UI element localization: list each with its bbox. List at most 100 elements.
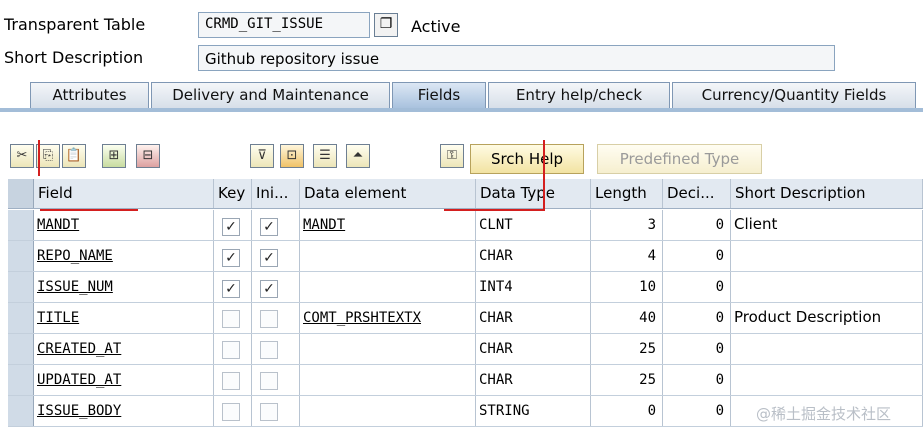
length-cell[interactable]: 10 <box>591 272 663 302</box>
row-selector[interactable] <box>8 365 34 395</box>
data-element-cell[interactable] <box>300 334 476 364</box>
decimals-cell[interactable]: 0 <box>663 210 731 240</box>
key-checkbox[interactable]: ✓ <box>222 280 240 298</box>
field-name-cell[interactable]: MANDT <box>34 210 214 240</box>
column-header-data-element[interactable]: Data element <box>300 179 476 208</box>
delete-row-icon[interactable]: ⊟ <box>136 144 160 168</box>
key-checkbox[interactable] <box>222 341 240 359</box>
row-selector[interactable] <box>8 396 34 426</box>
short-description-cell[interactable]: Client <box>731 210 923 240</box>
key-cell[interactable] <box>214 396 252 426</box>
length-cell[interactable]: 3 <box>591 210 663 240</box>
data-type-cell[interactable]: INT4 <box>476 272 591 302</box>
initial-values-checkbox[interactable]: ✓ <box>260 280 278 298</box>
data-element-cell[interactable]: COMT_PRSHTEXTX <box>300 303 476 333</box>
key-checkbox[interactable]: ✓ <box>222 218 240 236</box>
data-element-cell[interactable] <box>300 272 476 302</box>
decimals-cell[interactable]: 0 <box>663 365 731 395</box>
initial-cell[interactable]: ✓ <box>252 272 300 302</box>
short-description-cell[interactable] <box>731 334 923 364</box>
key-checkbox[interactable] <box>222 310 240 328</box>
key-cell[interactable] <box>214 365 252 395</box>
table-row[interactable]: REPO_NAME ✓ ✓ CHAR 4 0 <box>8 241 923 272</box>
paste-icon[interactable]: 📋 <box>62 144 86 168</box>
initial-cell[interactable]: ✓ <box>252 210 300 240</box>
data-element-cell[interactable]: MANDT <box>300 210 476 240</box>
field-name-cell[interactable]: CREATED_AT <box>34 334 214 364</box>
column-header-short-description[interactable]: Short Description <box>731 179 923 208</box>
field-name-cell[interactable]: UPDATED_AT <box>34 365 214 395</box>
data-type-cell[interactable]: CHAR <box>476 365 591 395</box>
data-element-cell[interactable] <box>300 241 476 271</box>
column-header-data-type[interactable]: Data Type <box>476 179 591 208</box>
field-name-cell[interactable]: REPO_NAME <box>34 241 214 271</box>
data-type-cell[interactable]: STRING <box>476 396 591 426</box>
column-header-field[interactable]: Field <box>34 179 214 208</box>
decimals-cell[interactable]: 0 <box>663 303 731 333</box>
decimals-cell[interactable]: 0 <box>663 334 731 364</box>
initial-values-checkbox[interactable] <box>260 310 278 328</box>
initial-values-checkbox[interactable] <box>260 372 278 390</box>
cut-icon[interactable]: ✂ <box>10 144 34 168</box>
row-selector[interactable] <box>8 272 34 302</box>
column-header-initial[interactable]: Ini... <box>252 179 300 208</box>
initial-values-checkbox[interactable] <box>260 403 278 421</box>
initial-values-checkbox[interactable]: ✓ <box>260 249 278 267</box>
row-selector[interactable] <box>8 210 34 240</box>
key-cell[interactable]: ✓ <box>214 210 252 240</box>
tab-fields[interactable]: Fields <box>392 82 486 108</box>
initial-cell[interactable]: ✓ <box>252 241 300 271</box>
table-row[interactable]: UPDATED_AT CHAR 25 0 <box>8 365 923 396</box>
search-help-button[interactable]: Srch Help <box>470 144 584 174</box>
length-cell[interactable]: 0 <box>591 396 663 426</box>
row-selector[interactable] <box>8 334 34 364</box>
key-cell[interactable]: ✓ <box>214 272 252 302</box>
tab-entry-help-check[interactable]: Entry help/check <box>488 82 670 108</box>
decimals-cell[interactable]: 0 <box>663 272 731 302</box>
tab-currency-quantity-fields[interactable]: Currency/Quantity Fields <box>672 82 916 108</box>
data-type-cell[interactable]: CLNT <box>476 210 591 240</box>
row-selector[interactable] <box>8 241 34 271</box>
insert-structure-icon[interactable]: ⊡ <box>280 144 304 168</box>
short-description-cell[interactable] <box>731 365 923 395</box>
short-description-cell[interactable]: Product Description <box>731 303 923 333</box>
length-cell[interactable]: 25 <box>591 334 663 364</box>
collapse-icon[interactable]: ⏶ <box>346 144 370 168</box>
data-type-cell[interactable]: CHAR <box>476 303 591 333</box>
initial-cell[interactable] <box>252 334 300 364</box>
length-cell[interactable]: 25 <box>591 365 663 395</box>
predefined-type-button[interactable]: Predefined Type <box>597 144 762 174</box>
search-help-key-icon[interactable]: ⚿ <box>440 144 464 168</box>
initial-cell[interactable] <box>252 396 300 426</box>
short-description-cell[interactable] <box>731 272 923 302</box>
tab-attributes[interactable]: Attributes <box>30 82 149 108</box>
table-row[interactable]: CREATED_AT CHAR 25 0 <box>8 334 923 365</box>
key-cell[interactable] <box>214 334 252 364</box>
filter-icon[interactable]: ⊽ <box>250 144 274 168</box>
tab-delivery-maintenance[interactable]: Delivery and Maintenance <box>151 82 390 108</box>
table-row[interactable]: MANDT ✓ ✓ MANDT CLNT 3 0 Client <box>8 210 923 241</box>
length-cell[interactable]: 40 <box>591 303 663 333</box>
initial-cell[interactable] <box>252 365 300 395</box>
insert-row-icon[interactable]: ⊞ <box>102 144 126 168</box>
short-description-field[interactable]: Github repository issue <box>198 45 835 71</box>
key-checkbox[interactable] <box>222 403 240 421</box>
data-type-cell[interactable]: CHAR <box>476 241 591 271</box>
data-element-cell[interactable] <box>300 396 476 426</box>
table-row[interactable]: TITLE COMT_PRSHTEXTX CHAR 40 0 Product Descri… <box>8 303 923 334</box>
short-description-cell[interactable] <box>731 241 923 271</box>
data-element-cell[interactable] <box>300 365 476 395</box>
decimals-cell[interactable]: 0 <box>663 396 731 426</box>
column-header-length[interactable]: Length <box>591 179 663 208</box>
initial-cell[interactable] <box>252 303 300 333</box>
key-cell[interactable] <box>214 303 252 333</box>
copy-window-icon[interactable]: ❐ <box>374 13 398 37</box>
table-name-field[interactable]: CRMD_GIT_ISSUE <box>198 12 370 38</box>
initial-values-checkbox[interactable]: ✓ <box>260 218 278 236</box>
length-cell[interactable]: 4 <box>591 241 663 271</box>
column-header-decimals[interactable]: Deci... <box>663 179 731 208</box>
select-all-cell[interactable] <box>8 179 34 208</box>
column-header-key[interactable]: Key <box>214 179 252 208</box>
initial-values-checkbox[interactable] <box>260 341 278 359</box>
key-checkbox[interactable]: ✓ <box>222 249 240 267</box>
